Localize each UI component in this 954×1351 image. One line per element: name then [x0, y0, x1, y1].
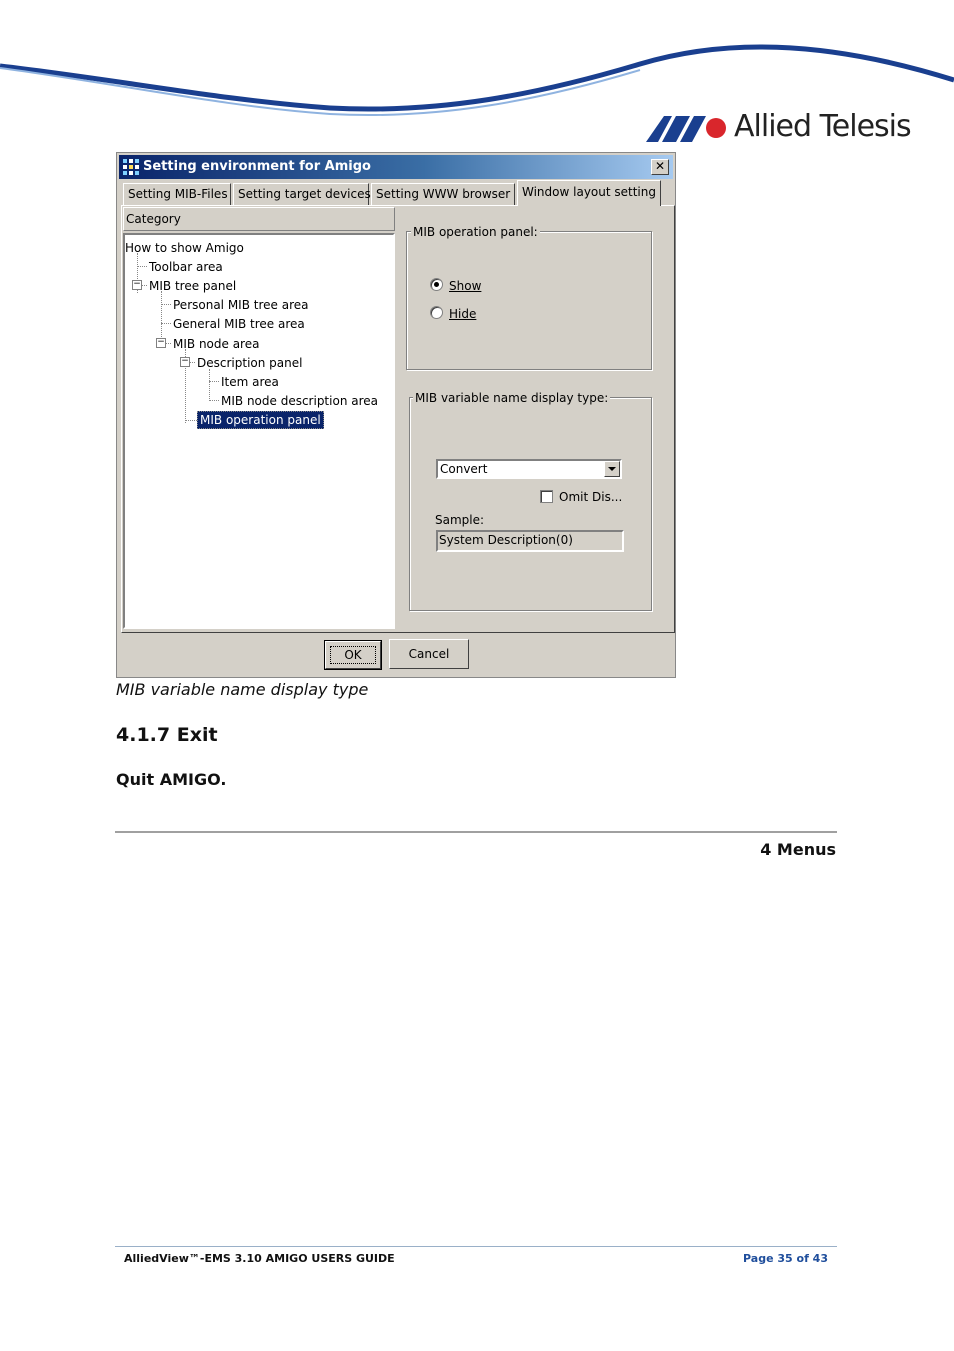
- display-type-select[interactable]: Convert: [436, 459, 622, 479]
- collapse-icon[interactable]: −: [132, 280, 142, 290]
- settings-dialog: Setting environment for Amigo ✕ Setting …: [116, 152, 676, 678]
- app-icon: [123, 159, 139, 175]
- show-radio[interactable]: [430, 278, 443, 291]
- ok-button-label: OK: [330, 646, 376, 664]
- tree-connector: [161, 304, 171, 305]
- category-tree: − − − How to show Amigo Toolbar area MIB…: [123, 233, 395, 629]
- dialog-titlebar: Setting environment for Amigo ✕: [119, 155, 673, 179]
- close-icon: ✕: [654, 159, 666, 173]
- name-display-type-label: MIB variable name display type:: [413, 391, 611, 405]
- tree-node-mib-node-area[interactable]: MIB node area: [173, 336, 259, 352]
- divider: [115, 831, 837, 833]
- display-type-value: Convert: [440, 462, 488, 476]
- name-display-type-group: [409, 397, 652, 611]
- tree-node-description-panel[interactable]: Description panel: [197, 355, 302, 371]
- collapse-icon[interactable]: −: [180, 357, 190, 367]
- mib-operation-panel-group: [406, 231, 652, 370]
- tree-node-toolbar-area[interactable]: Toolbar area: [149, 259, 223, 275]
- tab-setting-mib-files[interactable]: Setting MIB-Files: [123, 183, 231, 205]
- close-button[interactable]: ✕: [651, 159, 669, 175]
- cancel-button[interactable]: Cancel: [389, 639, 469, 669]
- sample-field: System Description(0): [436, 530, 624, 552]
- section-heading: 4.1.7 Exit: [116, 724, 218, 746]
- dialog-title: Setting environment for Amigo: [143, 159, 371, 174]
- tree-connector: [142, 285, 147, 286]
- chevron-down-icon[interactable]: [604, 461, 620, 477]
- hide-radio[interactable]: [430, 306, 443, 319]
- brand-name: Allied Telesis: [734, 109, 912, 144]
- tree-connector: [166, 343, 171, 344]
- tab-setting-www-browser[interactable]: Setting WWW browser: [371, 183, 515, 205]
- omit-checkbox-label[interactable]: Omit Dis...: [559, 490, 622, 504]
- tab-label: Window layout setting: [522, 185, 656, 199]
- footer-guide-title: AlliedView™-EMS 3.10 AMIGO USERS GUIDE: [124, 1252, 395, 1265]
- tree-node-mib-operation-panel[interactable]: MIB operation panel: [197, 411, 324, 429]
- show-radio-label[interactable]: Show: [449, 279, 481, 293]
- tab-label: Setting WWW browser: [376, 187, 511, 201]
- body-text: Quit AMIGO.: [116, 770, 227, 789]
- figure-caption: MIB variable name display type: [116, 680, 369, 699]
- tree-connector: [137, 266, 147, 267]
- sample-label: Sample:: [435, 513, 485, 527]
- collapse-icon[interactable]: −: [156, 338, 166, 348]
- tree-connector: [209, 369, 210, 401]
- footer-page-number: Page 35 of 43: [743, 1252, 828, 1265]
- tree-connector: [209, 381, 219, 382]
- tab-window-layout-setting[interactable]: Window layout setting: [517, 180, 661, 206]
- tree-node-item-area[interactable]: Item area: [221, 374, 279, 390]
- allied-telesis-logo: Allied Telesis: [646, 108, 912, 148]
- mib-operation-panel-label: MIB operation panel:: [411, 225, 540, 239]
- chapter-label: 4 Menus: [760, 840, 836, 859]
- tree-connector: [190, 362, 195, 363]
- tab-label: Setting MIB-Files: [128, 187, 228, 201]
- tab-label: Setting target devices: [238, 187, 371, 201]
- omit-checkbox[interactable]: [540, 490, 553, 503]
- tab-setting-target-devices[interactable]: Setting target devices: [233, 183, 371, 205]
- tree-connector: [209, 400, 219, 401]
- tree-connector: [161, 323, 171, 324]
- logo-mark-icon: [646, 116, 726, 142]
- tree-node-mib-node-description-area[interactable]: MIB node description area: [221, 393, 378, 409]
- ok-button[interactable]: OK: [324, 640, 382, 670]
- tree-node-general-mib-tree-area[interactable]: General MIB tree area: [173, 316, 305, 332]
- tree-node-mib-tree-panel[interactable]: MIB tree panel: [149, 278, 236, 294]
- tree-node-personal-mib-tree-area[interactable]: Personal MIB tree area: [173, 297, 308, 313]
- hide-radio-label[interactable]: Hide: [449, 307, 476, 321]
- category-header: Category: [123, 207, 395, 231]
- tree-connector: [185, 420, 197, 421]
- tree-node-how-to-show-amigo[interactable]: How to show Amigo: [125, 240, 244, 256]
- footer-divider: [115, 1246, 837, 1247]
